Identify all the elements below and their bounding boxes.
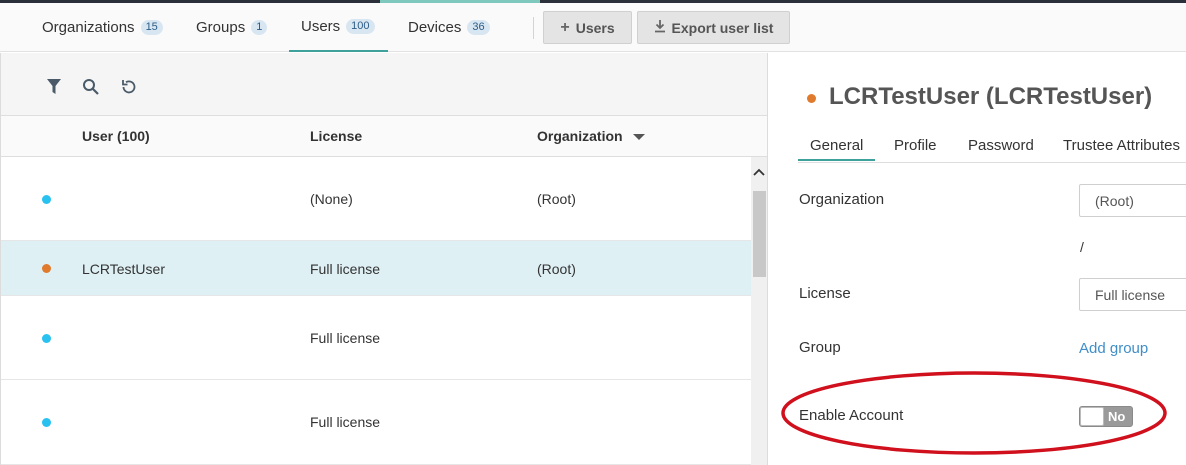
detail-tabs: General Profile Password Trustee Attribu… [798, 133, 1186, 163]
download-icon [654, 19, 666, 37]
table-row-selected[interactable]: LCRTestUser Full license (Root) [1, 241, 751, 296]
plus-icon: + [560, 18, 570, 36]
table-row[interactable]: (None) (Root) [1, 157, 751, 241]
tab-groups[interactable]: Groups 1 [196, 3, 268, 52]
cell-license: Full license [310, 330, 381, 346]
add-group-link[interactable]: Add group [1079, 340, 1148, 357]
column-header-organization-label: Organization [537, 128, 623, 144]
search-icon[interactable] [81, 77, 101, 97]
user-list-panel: User (100) License Organization (None) (… [0, 53, 768, 465]
chevron-up-icon[interactable] [753, 165, 765, 179]
tab-label: Groups [196, 19, 246, 36]
toggle-state-label: No [1108, 409, 1126, 424]
user-detail-panel: LCRTestUser (LCRTestUser) General Profil… [769, 53, 1186, 465]
license-label: License [799, 285, 851, 302]
tab-count-badge: 100 [346, 19, 375, 34]
organization-path: / [1080, 239, 1084, 255]
cell-organization: (Root) [537, 261, 576, 277]
detail-title: LCRTestUser (LCRTestUser) [829, 83, 1153, 110]
tab-users[interactable]: Users 100 [289, 3, 388, 52]
status-dot-icon [42, 418, 51, 427]
status-dot-icon [42, 195, 51, 204]
tab-profile[interactable]: Profile [894, 137, 937, 154]
tab-organizations[interactable]: Organizations 15 [42, 3, 163, 52]
cell-license: Full license [310, 261, 381, 277]
status-dot-icon [42, 334, 51, 343]
tab-password[interactable]: Password [968, 137, 1034, 154]
cell-user: LCRTestUser [82, 261, 165, 277]
organization-select[interactable]: (Root) [1079, 184, 1186, 217]
license-select[interactable]: Full license [1079, 278, 1186, 311]
tab-label: Users [301, 18, 341, 35]
organization-label: Organization [799, 191, 885, 208]
export-user-list-button[interactable]: Export user list [637, 11, 790, 44]
status-dot-icon [42, 264, 51, 273]
group-label: Group [799, 339, 841, 356]
table-header: User (100) License Organization [1, 115, 767, 157]
header-bar: Organizations 15 Groups 1 Users 100 Devi… [0, 3, 1186, 52]
table-scrollbar[interactable] [751, 157, 767, 465]
list-toolbar [1, 53, 767, 115]
tab-label: Organizations [42, 19, 135, 36]
scrollbar-thumb[interactable] [753, 191, 766, 277]
column-header-user[interactable]: User (100) [82, 128, 150, 144]
enable-account-label: Enable Account [799, 407, 904, 424]
enable-account-toggle[interactable]: No [1079, 406, 1133, 427]
tab-count-badge: 36 [467, 20, 490, 35]
add-users-label: Users [575, 19, 615, 36]
tab-trustee-attributes[interactable]: Trustee Attributes [1063, 137, 1180, 154]
filter-icon[interactable] [44, 77, 64, 97]
table-row[interactable]: Full license [1, 380, 751, 465]
cell-license: (None) [310, 191, 353, 207]
add-users-button[interactable]: + Users [543, 11, 632, 44]
tab-count-badge: 1 [251, 20, 268, 35]
tab-label: Devices [408, 19, 462, 36]
user-table-body: (None) (Root) LCRTestUser Full license (… [1, 157, 751, 465]
tab-general[interactable]: General [798, 137, 876, 161]
column-header-organization[interactable]: Organization [537, 128, 645, 144]
column-header-license[interactable]: License [310, 128, 362, 144]
export-label: Export user list [671, 19, 774, 36]
toggle-knob [1080, 407, 1104, 426]
sort-descending-icon [632, 134, 645, 141]
cell-organization: (Root) [537, 191, 576, 207]
cell-license: Full license [310, 414, 381, 430]
header-divider [533, 17, 534, 39]
user-status-dot-icon [807, 94, 816, 103]
refresh-icon[interactable] [119, 77, 139, 97]
tab-devices[interactable]: Devices 36 [408, 3, 490, 52]
tab-count-badge: 15 [140, 20, 163, 35]
table-row[interactable]: Full license [1, 296, 751, 380]
